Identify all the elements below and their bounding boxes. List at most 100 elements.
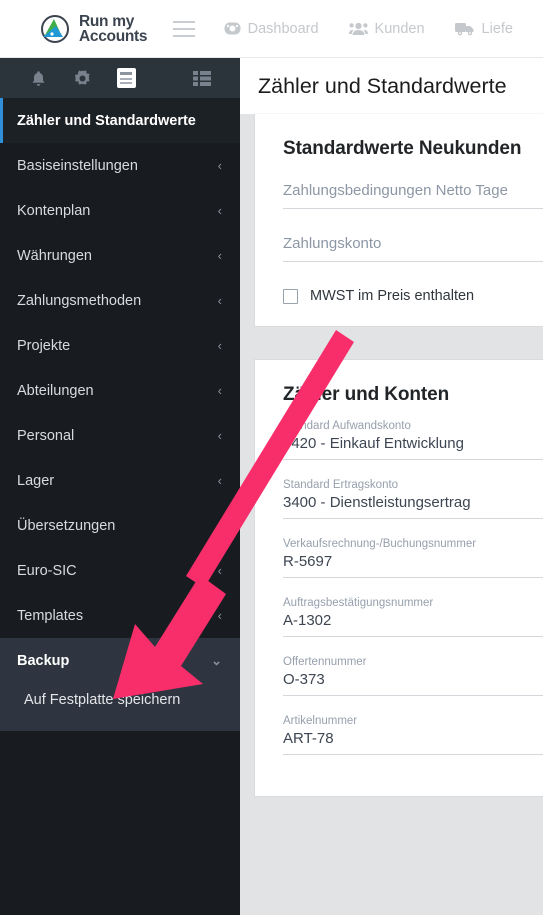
sidebar-menu: Zähler und Standardwerte Basiseinstellun… xyxy=(0,98,240,731)
sidebar-item-label: Projekte xyxy=(17,337,71,354)
field-value[interactable]: A-1302 xyxy=(283,612,543,637)
field-label: Standard Aufwandskonto xyxy=(283,420,411,432)
page-header: Zähler und Standardwerte xyxy=(240,58,543,114)
nav-item-lieferanten[interactable]: Liefe xyxy=(454,20,513,37)
sidebar-item-backup[interactable]: Backup ⌄ xyxy=(0,638,240,683)
field-value[interactable]: ART-78 xyxy=(283,730,543,755)
field-value[interactable]: 3400 - Dienstleistungsertrag xyxy=(283,494,543,519)
sidebar-item-lager[interactable]: Lager ‹ xyxy=(0,458,240,503)
menu-toggle-button[interactable] xyxy=(167,0,202,57)
nav-label-dashboard: Dashboard xyxy=(247,20,319,37)
field-standard-ertragskonto[interactable]: Standard Ertragskonto 3400 - Dienstleist… xyxy=(283,479,543,519)
sidebar-item-kontenplan[interactable]: Kontenplan ‹ xyxy=(0,188,240,233)
hamburger-icon-bar xyxy=(173,34,196,37)
field-label: Standard Ertragskonto xyxy=(283,479,399,491)
sidebar-item-label: Lager xyxy=(17,472,55,489)
field-label: Auftragsbestätigungsnummer xyxy=(283,597,434,609)
brand-name-line2: Accounts xyxy=(79,27,148,45)
chevron-down-icon: ⌄ xyxy=(211,653,222,668)
sidebar-item-personal[interactable]: Personal ‹ xyxy=(0,413,240,458)
brand-name-line1: Run my xyxy=(79,12,135,30)
sidebar-item-label: Übersetzungen xyxy=(17,517,116,534)
chevron-left-icon: ‹ xyxy=(217,608,222,623)
field-verkaufsrechnung-buchungsnummer[interactable]: Verkaufsrechnung-/Buchungsnummer R-5697 xyxy=(283,538,543,578)
sidebar-item-zaehler-und-standardwerte[interactable]: Zähler und Standardwerte xyxy=(0,98,240,143)
doc-bar xyxy=(120,77,132,80)
grid-list-button[interactable] xyxy=(180,58,224,98)
sidebar-subitem-auf-festplatte-speichern[interactable]: Auf Festplatte speichern xyxy=(0,683,240,717)
sidebar-item-label: Euro-SIC xyxy=(17,562,77,579)
sidebar-subitem-label: Auf Festplatte speichern xyxy=(24,692,181,708)
chevron-left-icon: ‹ xyxy=(217,158,222,173)
notifications-bell-button[interactable] xyxy=(16,58,60,98)
notifications-bell-icon xyxy=(32,70,44,86)
dashboard-gauge-icon xyxy=(224,22,241,35)
card-heading: Zähler und Konten xyxy=(283,384,450,405)
mwst-im-preis-enthalten-row[interactable]: MWST im Preis enthalten xyxy=(283,288,543,304)
sidebar-item-templates[interactable]: Templates ‹ xyxy=(0,593,240,638)
sidebar-icon-bar xyxy=(0,58,240,98)
nav-label-kunden: Kunden xyxy=(374,20,425,37)
field-label: Verkaufsrechnung-/Buchungsnummer xyxy=(283,538,477,550)
grid-list-icon xyxy=(193,70,211,86)
zahlungsbedingungen-input-placeholder[interactable]: Zahlungsbedingungen Netto Tage xyxy=(283,182,543,209)
sidebar-item-label: Abteilungen xyxy=(17,382,94,399)
sidebar-submenu-backup: Auf Festplatte speichern xyxy=(0,683,240,731)
sidebar-item-label: Zähler und Standardwerte xyxy=(17,112,196,129)
chevron-left-icon: ‹ xyxy=(217,203,222,218)
nav-item-dashboard[interactable]: Dashboard xyxy=(224,20,319,37)
card-zaehler-und-konten: Zähler und Konten Standard Aufwandskonto… xyxy=(255,360,543,796)
delivery-truck-icon xyxy=(454,23,474,36)
chevron-left-icon: ‹ xyxy=(217,338,222,353)
sidebar-item-zahlungsmethoden[interactable]: Zahlungsmethoden ‹ xyxy=(0,278,240,323)
field-zahlungsbedingungen-netto-tage[interactable]: Zahlungsbedingungen Netto Tage xyxy=(283,182,543,209)
field-standard-aufwandskonto[interactable]: Standard Aufwandskonto 4420 - Einkauf En… xyxy=(283,420,543,460)
sidebar: Zähler und Standardwerte Basiseinstellun… xyxy=(0,58,240,915)
sidebar-item-abteilungen[interactable]: Abteilungen ‹ xyxy=(0,368,240,413)
card-heading: Standardwerte Neukunden xyxy=(283,138,522,159)
doc-bar xyxy=(120,71,132,76)
runmyaccounts-logo-icon xyxy=(41,14,69,43)
field-value[interactable]: O-373 xyxy=(283,671,543,696)
mwst-checkbox[interactable] xyxy=(283,288,298,304)
documents-active-button[interactable] xyxy=(104,58,148,98)
documents-active-icon xyxy=(116,68,136,88)
field-value[interactable]: 4420 - Einkauf Entwicklung xyxy=(283,435,543,460)
page-title: Zähler und Standardwerte xyxy=(258,73,507,98)
top-bar: Run my Accounts Dashboard Kunden Liefe xyxy=(0,0,543,58)
sidebar-item-label: Kontenplan xyxy=(17,202,91,219)
sidebar-item-projekte[interactable]: Projekte ‹ xyxy=(0,323,240,368)
mwst-checkbox-label: MWST im Preis enthalten xyxy=(310,288,475,304)
brand-logo[interactable]: Run my Accounts xyxy=(0,0,191,57)
brand-name: Run my Accounts xyxy=(79,12,148,45)
field-label: Artikelnummer xyxy=(283,715,358,727)
nav-label-lieferanten: Liefe xyxy=(481,20,513,37)
field-label: Offertennummer xyxy=(283,656,367,668)
sidebar-item-label: Währungen xyxy=(17,247,92,264)
field-artikelnummer[interactable]: Artikelnummer ART-78 xyxy=(283,715,543,755)
chevron-left-icon: ‹ xyxy=(217,383,222,398)
main-content: Zähler und Standardwerte Standardwerte N… xyxy=(240,58,543,915)
sidebar-item-label: Personal xyxy=(17,427,75,444)
field-auftragsbestaetigungsnummer[interactable]: Auftragsbestätigungsnummer A-1302 xyxy=(283,597,543,637)
app-root: Run my Accounts Dashboard Kunden Liefe Z… xyxy=(0,0,543,915)
field-zahlungskonto[interactable]: Zahlungskonto xyxy=(283,235,543,262)
zahlungskonto-input-placeholder[interactable]: Zahlungskonto xyxy=(283,235,543,262)
chevron-left-icon: ‹ xyxy=(217,293,222,308)
sidebar-item-basiseinstellungen[interactable]: Basiseinstellungen ‹ xyxy=(0,143,240,188)
settings-gear-button[interactable] xyxy=(60,58,104,98)
card-standardwerte-neukunden: Standardwerte Neukunden Zahlungsbedingun… xyxy=(255,114,543,326)
nav-item-kunden[interactable]: Kunden xyxy=(348,20,425,37)
field-offertennummer[interactable]: Offertennummer O-373 xyxy=(283,656,543,696)
field-value[interactable]: R-5697 xyxy=(283,553,543,578)
sidebar-item-label: Basiseinstellungen xyxy=(17,157,138,174)
top-nav: Dashboard Kunden Liefe xyxy=(202,0,543,57)
hamburger-icon-bar xyxy=(173,20,196,23)
sidebar-item-waehrungen[interactable]: Währungen ‹ xyxy=(0,233,240,278)
settings-gear-icon xyxy=(74,69,90,85)
sidebar-item-label: Zahlungsmethoden xyxy=(17,292,142,309)
card-separator xyxy=(240,326,543,360)
sidebar-item-euro-sic[interactable]: Euro-SIC ‹ xyxy=(0,548,240,593)
chevron-left-icon: ‹ xyxy=(217,248,222,263)
sidebar-item-uebersetzungen[interactable]: Übersetzungen xyxy=(0,503,240,548)
